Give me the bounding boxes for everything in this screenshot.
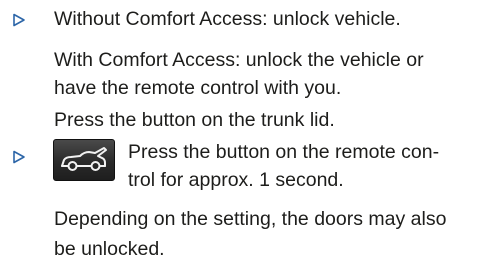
instruction-line: With Comfort Access: unlock the vehicle …	[54, 49, 424, 71]
instruction-line: Press the button on the trunk lid.	[54, 109, 335, 131]
trunk-open-key-icon	[53, 139, 115, 181]
instruction-line: Depending on the setting, the doors may …	[54, 208, 447, 230]
triangle-bullet-icon	[12, 150, 26, 164]
instruction-line: be unlocked.	[54, 238, 165, 260]
manual-page: Without Comfort Access: unlock vehicle. …	[0, 0, 492, 279]
instruction-line: Press the button on the remote con-	[128, 141, 440, 163]
instruction-line: trol for approx. 1 second.	[128, 169, 344, 191]
instruction-line: have the remote control with you.	[54, 77, 342, 99]
triangle-bullet-icon	[12, 13, 26, 27]
instruction-line: Without Comfort Access: unlock vehicle.	[54, 8, 401, 30]
